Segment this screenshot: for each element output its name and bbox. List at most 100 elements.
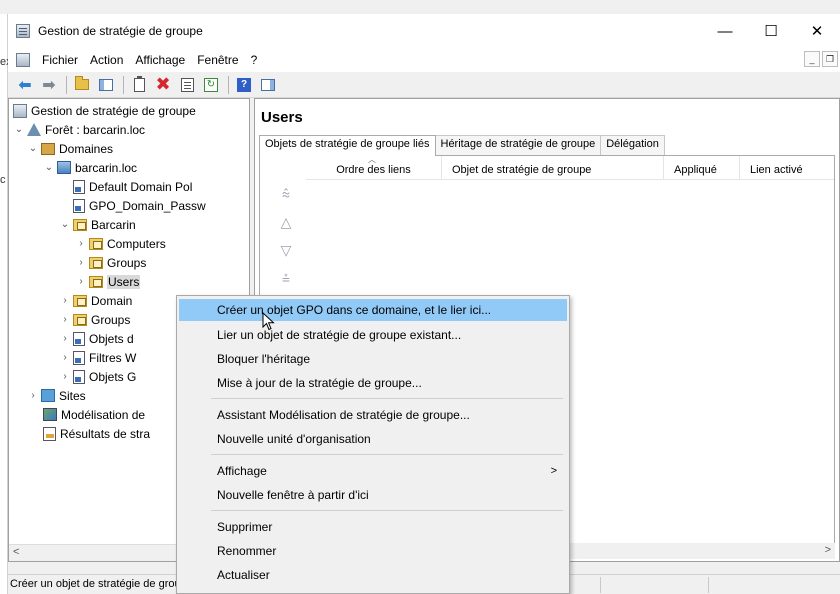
scroll-right-icon[interactable]: >: [825, 544, 831, 556]
status-separator: [708, 577, 709, 593]
submenu-arrow-icon: >: [550, 465, 557, 477]
mdi-minimize-button[interactable]: _: [804, 51, 820, 67]
tree-label: Computers: [107, 236, 166, 251]
tree-ou-computers[interactable]: › Computers: [75, 234, 166, 253]
tree-wmi-filters[interactable]: › Filtres W: [59, 348, 136, 367]
tree-gpo-link[interactable]: GPO_Domain_Passw: [73, 196, 206, 215]
properties-icon[interactable]: [176, 75, 198, 95]
menu-separator: [211, 398, 563, 399]
close-button[interactable]: ✕: [794, 14, 840, 48]
tree-modeling[interactable]: Modélisation de: [43, 405, 145, 424]
chevron-right-icon[interactable]: ›: [59, 295, 71, 306]
menu-separator: [211, 510, 563, 511]
toolbar-separator: [123, 75, 124, 94]
column-enforced[interactable]: Appliqué: [664, 156, 740, 180]
ou-icon: [89, 237, 103, 250]
background-fragment: c: [0, 174, 6, 186]
scroll-left-icon[interactable]: <: [13, 546, 19, 558]
tree-label: Groups: [107, 255, 147, 270]
show-hide-tree-icon[interactable]: [95, 75, 117, 95]
tree-label: GPO_Domain_Passw: [89, 198, 206, 213]
tree-ou-groups-2[interactable]: › Groups: [59, 310, 130, 329]
ou-icon: [89, 275, 103, 288]
menu-item-modeling-wizard[interactable]: Assistant Modélisation de stratégie de g…: [179, 404, 567, 426]
chevron-right-icon[interactable]: ›: [75, 257, 87, 268]
toolbar: ⬅ ➡ ✖ ↻ ?: [8, 72, 840, 98]
forest-icon: [27, 123, 41, 136]
tree-domains[interactable]: ⌄ Domaines: [27, 139, 113, 158]
gpo-folder-icon: [73, 331, 85, 346]
menu-item-block-inheritance[interactable]: Bloquer l'héritage: [179, 348, 567, 370]
tree-ou-domain-controllers[interactable]: › Domain: [59, 291, 132, 310]
ou-icon: [89, 256, 103, 269]
column-link-enabled[interactable]: Lien activé: [740, 156, 834, 180]
chevron-right-icon[interactable]: ›: [59, 333, 71, 344]
chevron-right-icon[interactable]: ›: [75, 238, 87, 249]
menu-action[interactable]: Action: [84, 53, 129, 67]
tree-gpo-objects[interactable]: › Objets d: [59, 329, 134, 348]
context-menu: Créer un objet GPO dans ce domaine, et l…: [176, 295, 570, 594]
tree-gpo-link[interactable]: Default Domain Pol: [73, 177, 192, 196]
tree-starter-gpos[interactable]: › Objets G: [59, 367, 136, 386]
menu-item-view[interactable]: Affichage >: [179, 460, 567, 482]
menu-help[interactable]: ?: [245, 53, 264, 67]
mdi-restore-button[interactable]: ❐: [822, 51, 838, 67]
help-icon[interactable]: ?: [233, 75, 255, 95]
tab-inheritance[interactable]: Héritage de stratégie de groupe: [434, 135, 602, 155]
menu-item-rename[interactable]: Renommer: [179, 540, 567, 562]
domains-icon: [41, 142, 55, 155]
chevron-right-icon[interactable]: ›: [59, 371, 71, 382]
tab-strip: Objets de stratégie de groupe liés Hérit…: [259, 135, 665, 156]
tab-linked-gpos[interactable]: Objets de stratégie de groupe liés: [259, 135, 436, 156]
menu-item-new-ou[interactable]: Nouvelle unité d'organisation: [179, 428, 567, 450]
gpo-link-icon: [73, 198, 85, 213]
chevron-right-icon[interactable]: ›: [59, 352, 71, 363]
menu-fenetre[interactable]: Fenêtre: [191, 53, 244, 67]
menu-item-refresh[interactable]: Actualiser: [179, 564, 567, 586]
tree-ou-groups[interactable]: › Groups: [75, 253, 146, 272]
minimize-button[interactable]: —: [702, 14, 748, 48]
tree-results[interactable]: Résultats de stra: [43, 424, 150, 443]
copy-icon[interactable]: [128, 75, 150, 95]
move-up-icon[interactable]: △: [276, 214, 296, 242]
tree-ou-users[interactable]: › Users: [75, 272, 141, 291]
chevron-down-icon[interactable]: ⌄: [59, 219, 71, 230]
back-arrow-icon[interactable]: ⬅: [14, 75, 36, 95]
tree-label: Filtres W: [89, 350, 137, 365]
menu-fichier[interactable]: Fichier: [36, 53, 84, 67]
chevron-right-icon[interactable]: ›: [27, 390, 39, 401]
link-order-controls: ⩯ △ ▽ ⩮: [276, 186, 296, 298]
menu-item-create-gpo-link[interactable]: Créer un objet GPO dans ce domaine, et l…: [179, 299, 567, 321]
column-label: Ordre des liens: [336, 164, 411, 176]
menu-item-gp-update[interactable]: Mise à jour de la stratégie de groupe...: [179, 372, 567, 394]
refresh-icon[interactable]: ↻: [200, 75, 222, 95]
delete-icon[interactable]: ✖: [152, 74, 174, 95]
tree-label: barcarin.loc: [75, 160, 138, 175]
tab-delegation[interactable]: Délégation: [600, 135, 665, 155]
menu-item-delete[interactable]: Supprimer: [179, 516, 567, 538]
chevron-right-icon[interactable]: ›: [59, 314, 71, 325]
mdi-system-icon[interactable]: [16, 53, 30, 67]
show-action-pane-icon[interactable]: [257, 75, 279, 95]
forward-arrow-icon[interactable]: ➡: [38, 75, 60, 95]
chevron-down-icon[interactable]: ⌄: [27, 143, 39, 154]
tree-root[interactable]: Gestion de stratégie de groupe: [13, 101, 196, 120]
chevron-down-icon[interactable]: ⌄: [13, 124, 25, 135]
menu-item-link-existing-gpo[interactable]: Lier un objet de stratégie de groupe exi…: [179, 324, 567, 346]
tree-ou-barcarin[interactable]: ⌄ Barcarin: [59, 215, 136, 234]
results-icon: [43, 426, 56, 441]
menu-item-new-window[interactable]: Nouvelle fenêtre à partir d'ici: [179, 484, 567, 506]
tree-sites[interactable]: › Sites: [27, 386, 85, 405]
column-link-order[interactable]: ︿ Ordre des liens: [306, 156, 442, 180]
menu-affichage[interactable]: Affichage: [129, 53, 191, 67]
column-gpo[interactable]: Objet de stratégie de groupe: [442, 156, 664, 180]
tree-domain-barcarin[interactable]: ⌄ barcarin.loc: [43, 158, 137, 177]
move-down-icon[interactable]: ▽: [276, 242, 296, 270]
chevron-down-icon[interactable]: ⌄: [43, 162, 55, 173]
up-folder-icon[interactable]: [71, 75, 93, 95]
maximize-button[interactable]: ☐: [748, 14, 794, 48]
move-to-top-icon[interactable]: ⩯: [276, 186, 296, 214]
move-to-bottom-icon[interactable]: ⩮: [276, 270, 296, 298]
chevron-right-icon[interactable]: ›: [75, 276, 87, 287]
tree-forest[interactable]: ⌄ Forêt : barcarin.loc: [13, 120, 145, 139]
